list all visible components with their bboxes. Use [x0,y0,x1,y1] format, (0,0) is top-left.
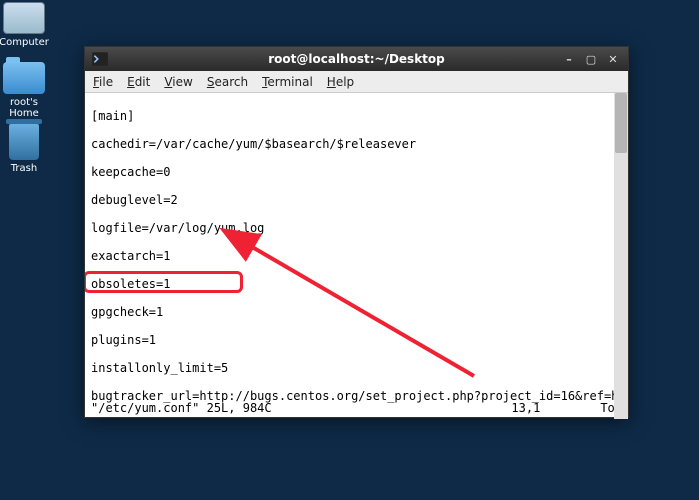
terminal-window: root@localhost:~/Desktop – ▢ ✕ File Edit… [84,46,629,418]
term-line: obsoletes=1 [91,277,622,291]
folder-icon [3,62,45,94]
desktop-icon-computer[interactable]: Computer [0,2,54,48]
desktop-icon-trash[interactable]: Trash [0,124,54,174]
computer-icon [3,2,45,34]
vim-status-file: "/etc/yum.conf" 25L, 984C [91,401,272,415]
menu-edit[interactable]: Edit [127,75,150,89]
menu-file[interactable]: File [93,75,113,89]
menu-search[interactable]: Search [207,75,248,89]
menubar: File Edit View Search Terminal Help [85,71,628,93]
term-line: cachedir=/var/cache/yum/$basearch/$relea… [91,137,622,151]
term-line: gpgcheck=1 [91,305,622,319]
menu-view[interactable]: View [164,75,192,89]
vim-status-line: "/etc/yum.conf" 25L, 984C 13,1 Top [91,401,622,415]
terminal-content[interactable]: [main] cachedir=/var/cache/yum/$basearch… [85,93,628,417]
menu-terminal[interactable]: Terminal [262,75,313,89]
term-line: keepcache=0 [91,165,622,179]
desktop-icon-label: root's Home [9,97,39,119]
terminal-scrollbar[interactable] [614,93,628,419]
terminal-app-icon [91,50,109,68]
close-button[interactable]: ✕ [604,52,622,66]
term-line: plugins=1 [91,333,622,347]
trash-icon [9,124,39,160]
maximize-button[interactable]: ▢ [582,52,600,66]
term-line: logfile=/var/log/yum.log [91,221,622,235]
desktop-icon-label: Computer [0,37,49,48]
term-line: [main] [91,109,622,123]
minimize-button[interactable]: – [560,52,578,66]
term-line: debuglevel=2 [91,193,622,207]
scrollbar-thumb[interactable] [615,93,627,153]
menu-help[interactable]: Help [327,75,354,89]
term-line: installonly_limit=5 [91,361,622,375]
titlebar[interactable]: root@localhost:~/Desktop – ▢ ✕ [85,47,628,71]
desktop-icon-label: Trash [11,163,37,174]
window-title: root@localhost:~/Desktop [85,52,628,66]
vim-status-position: 13,1 [511,401,540,415]
desktop-icon-home[interactable]: root's Home [0,62,54,119]
term-line: exactarch=1 [91,249,622,263]
